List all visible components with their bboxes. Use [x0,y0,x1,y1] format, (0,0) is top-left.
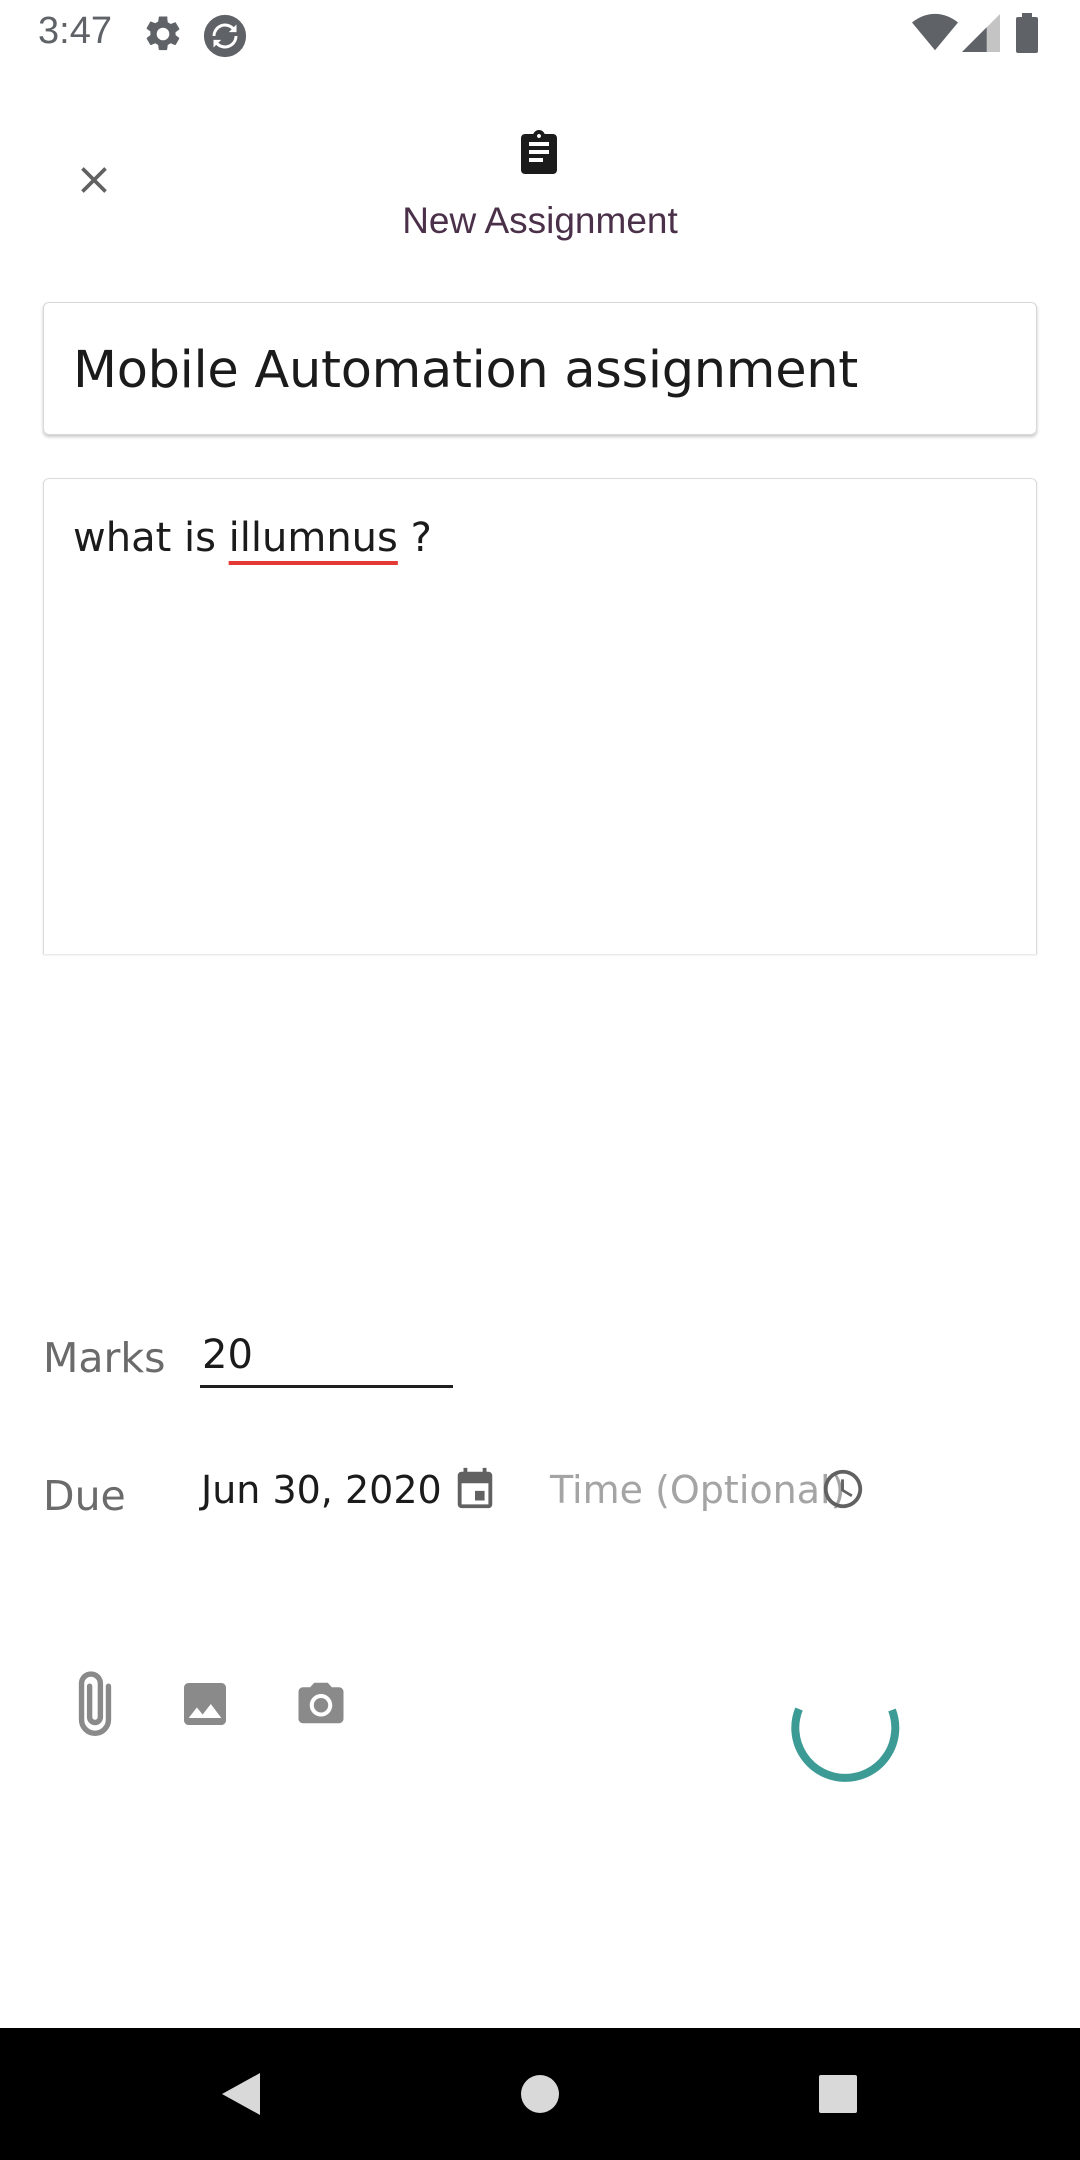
home-button[interactable] [504,2058,576,2130]
due-label: Due [43,1472,126,1520]
misspelled-word[interactable]: illumnus [229,515,398,561]
page-title: New Assignment [402,200,678,241]
home-icon [521,2075,559,2113]
sync-icon [202,13,248,64]
cellular-signal-icon [962,13,1000,58]
due-date-field[interactable]: Jun 30, 2020 [201,1468,442,1512]
marks-input[interactable]: 20 [200,1326,453,1388]
close-icon [81,167,107,193]
marks-value: 20 [202,1332,253,1378]
status-time: 3:47 [38,10,112,52]
wifi-icon [912,13,958,58]
assignment-title-value: Mobile Automation assignment [73,341,858,400]
image-icon[interactable] [177,1670,233,1737]
attach-file-icon[interactable] [68,1670,122,1745]
camera-icon[interactable] [294,1670,348,1733]
assignment-title-input[interactable]: Mobile Automation assignment [43,302,1037,435]
battery-icon [1016,13,1038,58]
navigation-bar [0,2028,1080,2160]
recents-icon [819,2075,857,2113]
back-icon [222,2073,260,2115]
recents-button[interactable] [802,2058,874,2130]
settings-icon [142,13,184,60]
clock-icon[interactable] [820,1466,866,1512]
assignment-description-value: what is illumnus ? [73,515,432,561]
status-bar: 3:47 [0,0,1080,66]
assignment-description-input[interactable]: what is illumnus ? [43,478,1037,954]
time-field[interactable]: Time (Optional) [550,1468,845,1512]
calendar-icon[interactable] [452,1464,498,1514]
assignment-icon [515,128,563,178]
loading-spinner [790,1668,904,1782]
back-button[interactable] [204,2058,276,2130]
marks-label: Marks [43,1334,166,1382]
